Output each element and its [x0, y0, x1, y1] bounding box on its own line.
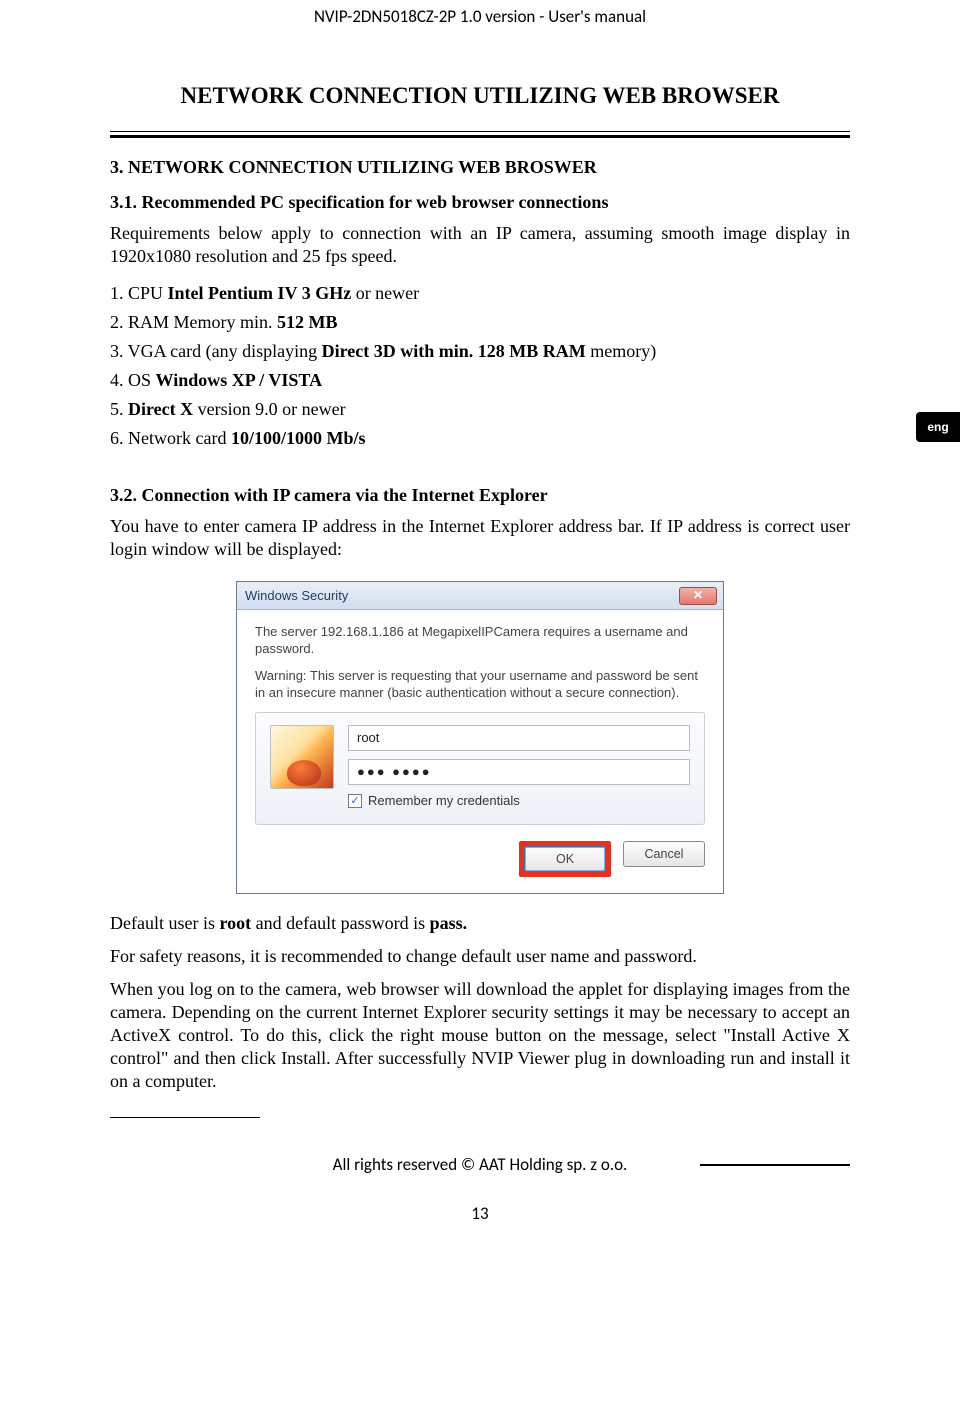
cancel-button[interactable]: Cancel: [623, 841, 705, 867]
avatar-icon: [270, 725, 334, 789]
spec-text: 6. Network card: [110, 428, 231, 448]
credentials-panel: root ●●● ●●●● ✓ Remember my credentials: [255, 712, 705, 825]
spec-item: 5. Direct X version 9.0 or newer: [110, 398, 850, 421]
spec-text: or newer: [351, 283, 419, 303]
sec32-heading: 3.2. Connection with IP camera via the I…: [110, 484, 850, 507]
spec-text: 2. RAM Memory min.: [110, 312, 277, 332]
spec-item: 2. RAM Memory min. 512 MB: [110, 311, 850, 334]
password-dots: ●●● ●●●●: [357, 764, 432, 781]
credentials-fields: root ●●● ●●●● ✓ Remember my credentials: [348, 725, 690, 810]
language-tab[interactable]: eng: [916, 412, 960, 442]
text: and default password is: [251, 913, 429, 933]
footer-text: All rights reserved © AAT Holding sp. z …: [272, 1154, 688, 1175]
spec-item: 6. Network card 10/100/1000 Mb/s: [110, 427, 850, 450]
spec-text: 5.: [110, 399, 128, 419]
sec31-intro: Requirements below apply to connection w…: [110, 222, 850, 268]
spec-bold: 10/100/1000 Mb/s: [231, 428, 366, 448]
safety-paragraph: For safety reasons, it is recommended to…: [110, 945, 850, 968]
spec-item: 1. CPU Intel Pentium IV 3 GHz or newer: [110, 282, 850, 305]
header-label: NVIP-2DN5018CZ-2P 1.0 version - User's m…: [0, 0, 960, 31]
spec-bold: Direct 3D with min. 128 MB RAM: [322, 341, 586, 361]
username-input[interactable]: root: [348, 725, 690, 751]
ok-button[interactable]: OK: [524, 846, 606, 872]
text: Default user is: [110, 913, 219, 933]
sec31-heading: 3.1. Recommended PC specification for we…: [110, 191, 850, 214]
checkbox-icon[interactable]: ✓: [348, 794, 362, 808]
spec-text: 4. OS: [110, 370, 156, 390]
footer-short-rule: [110, 1117, 260, 1119]
dialog-title: Windows Security: [245, 588, 348, 605]
dialog-message-1: The server 192.168.1.186 at MegapixelIPC…: [255, 624, 705, 658]
footer-rule-right: [700, 1164, 850, 1166]
remember-label: Remember my credentials: [368, 793, 520, 810]
title-divider: [110, 131, 850, 138]
dialog-message-2: Warning: This server is requesting that …: [255, 668, 705, 702]
sec3-heading: 3. NETWORK CONNECTION UTILIZING WEB BROS…: [110, 156, 850, 179]
page-number: 13: [0, 1203, 960, 1224]
main-content: 3. NETWORK CONNECTION UTILIZING WEB BROS…: [110, 156, 850, 1093]
password-input[interactable]: ●●● ●●●●: [348, 759, 690, 785]
windows-security-dialog: Windows Security ✕ The server 192.168.1.…: [236, 581, 724, 893]
bold-pass: pass.: [430, 913, 468, 933]
spec-list: 1. CPU Intel Pentium IV 3 GHz or newer 2…: [110, 282, 850, 450]
dialog-buttons: OK Cancel: [255, 841, 705, 877]
dialog-titlebar: Windows Security ✕: [237, 582, 723, 610]
spec-text: memory): [586, 341, 656, 361]
sec32-paragraph: You have to enter camera IP address in t…: [110, 515, 850, 561]
dialog-body: The server 192.168.1.186 at MegapixelIPC…: [237, 610, 723, 892]
spec-bold: Direct X: [128, 399, 193, 419]
activex-paragraph: When you log on to the camera, web brows…: [110, 978, 850, 1093]
footer: All rights reserved © AAT Holding sp. z …: [110, 1154, 850, 1175]
spec-text: 1. CPU: [110, 283, 168, 303]
spec-item: 4. OS Windows XP / VISTA: [110, 369, 850, 392]
bold-user: root: [219, 913, 251, 933]
spec-bold: Intel Pentium IV 3 GHz: [168, 283, 352, 303]
ok-highlight: OK: [519, 841, 611, 877]
page-title: NETWORK CONNECTION UTILIZING WEB BROWSER: [0, 83, 960, 109]
close-icon: ✕: [693, 588, 703, 603]
spec-text: 3. VGA card (any displaying: [110, 341, 322, 361]
spec-item: 3. VGA card (any displaying Direct 3D wi…: [110, 340, 850, 363]
spec-text: version 9.0 or newer: [193, 399, 345, 419]
close-button[interactable]: ✕: [679, 587, 717, 605]
dialog-screenshot: Windows Security ✕ The server 192.168.1.…: [236, 581, 724, 893]
default-cred-paragraph: Default user is root and default passwor…: [110, 912, 850, 935]
spec-bold: Windows XP / VISTA: [156, 370, 323, 390]
remember-checkbox-row[interactable]: ✓ Remember my credentials: [348, 793, 690, 810]
spec-bold: 512 MB: [277, 312, 338, 332]
